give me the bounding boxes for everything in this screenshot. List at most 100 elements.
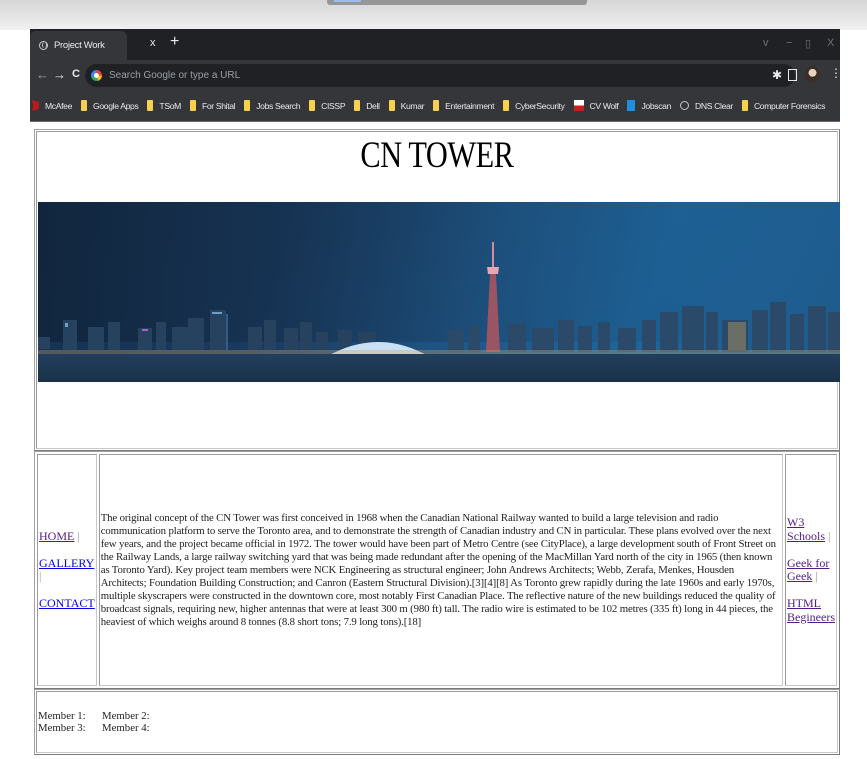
jobscan-icon [627,100,636,111]
bookmark-entertainment[interactable]: Entertainment [433,100,494,111]
bookmark-label: Dell [366,100,380,111]
bookmark-tsom[interactable]: TSoM [147,100,181,111]
folder-icon [503,100,510,111]
header-table: CN TOWER [34,129,840,451]
members-row: Member 3: Member 4: [38,722,166,734]
skyline-illustration [38,202,840,382]
nav-separator: | [77,528,80,543]
mcafee-icon [32,100,39,111]
bookmark-label: Kumar [400,100,425,111]
bookmark-mcafee[interactable]: McAfee [32,100,72,111]
geek-for-geek-link[interactable]: Geek for Geek [787,556,829,584]
bookmark-dns-clear[interactable]: DNS Clear [680,101,733,111]
browser-toolbar: ← → C ✱ ⋮ [30,60,842,90]
folder-icon [147,100,154,111]
address-bar[interactable] [85,64,795,87]
forward-button[interactable]: → [53,67,66,82]
bookmark-label: TSoM [159,100,181,111]
extensions-icon[interactable]: ✱ [772,68,782,82]
sidebar-icon[interactable] [788,69,797,81]
footer-table: Member 1: Member 2: Member 3: Member 4: [34,689,840,755]
nav-contact-link[interactable]: CONTACT [39,596,95,610]
folder-icon [81,100,88,111]
clouds [38,202,840,342]
bookmark-label: Jobs Search [256,100,301,111]
page-title: CN TOWER [360,135,514,176]
menu-icon[interactable]: ⋮ [830,66,842,80]
bookmark-computer-forensics[interactable]: Computer Forensics [741,100,826,111]
nav-gallery-link[interactable]: GALLERY [39,556,94,570]
content-table-wrapper: HOME | GALLERY | CONTACT The original co… [34,451,840,689]
bookmark-cybersecurity[interactable]: CyberSecurity [503,100,565,111]
bookmark-cissp[interactable]: CISSP [309,100,346,111]
tab-strip: Project Work x + v − ▯ X [30,29,840,60]
globe-icon [680,101,690,110]
lit-building [728,322,746,350]
google-icon [91,70,102,81]
cn-tower-banner-image [38,202,840,382]
bookmark-jobs-search[interactable]: Jobs Search [244,100,301,111]
back-button[interactable]: ← [36,67,49,82]
lake-water [38,354,840,382]
new-tab-button[interactable]: + [170,33,179,51]
member-label: Member 2: [102,710,150,722]
footer-cell: Member 1: Member 2: Member 3: Member 4: [36,691,838,753]
tab-search-icon[interactable]: v [763,37,769,49]
bookmark-dell[interactable]: Dell [354,100,380,111]
bookmark-label: CISSP [321,100,346,111]
nav-separator: | [828,528,831,543]
bookmark-label: CyberSecurity [515,100,565,111]
content-row: HOME | GALLERY | CONTACT The original co… [37,454,837,686]
close-tab-icon[interactable]: x [150,37,156,49]
member-label: Member 3: [38,722,86,734]
minimize-button[interactable]: − [786,37,792,49]
reload-button[interactable]: C [72,68,80,80]
bookmark-label: McAfee [45,100,73,111]
bookmark-kumar[interactable]: Kumar [388,100,425,111]
nav-home-link[interactable]: HOME [39,529,74,543]
folder-icon [244,100,251,111]
bookmark-label: CV Wolf [589,100,619,111]
article-paragraph: The original concept of the CN Tower was… [98,454,784,686]
profile-avatar[interactable] [805,66,820,83]
bookmarks-bar: McAfee Google Apps TSoM For Shital Jobs … [30,90,840,121]
globe-icon [39,41,48,50]
content-table: HOME | GALLERY | CONTACT The original co… [35,452,839,688]
members-row: Member 1: Member 2: [38,710,166,722]
right-nav: W3 Schools | Geek for Geek | HTML Begine… [785,454,837,686]
bookmark-label: Google Apps [93,100,139,111]
html-begineers-link[interactable]: HTML Begineers [787,596,835,624]
folder-icon [354,100,361,111]
bookmark-label: DNS Clear [695,100,733,111]
bookmark-label: For Shital [201,100,236,111]
member-label: Member 1: [38,710,86,722]
address-input[interactable] [107,69,711,82]
bookmark-label: Entertainment [445,100,495,111]
bookmark-for-shital[interactable]: For Shital [189,100,236,111]
bookmark-cv-wolf[interactable]: CV Wolf [573,100,619,111]
tab-title: Project Work [54,40,105,51]
folder-icon [309,100,316,111]
header-cell: CN TOWER [36,131,840,449]
bookmark-jobscan[interactable]: Jobscan [627,100,671,111]
nav-separator: | [815,569,818,583]
shoreline-lights [38,350,840,354]
left-nav: HOME | GALLERY | CONTACT [37,454,97,686]
maximize-button[interactable]: ▯ [805,37,811,50]
taskbar-preview [327,0,587,5]
bookmark-label: Computer Forensics [753,100,826,111]
bookmark-label: Jobscan [641,100,672,111]
folder-icon [433,100,440,111]
w3schools-link[interactable]: W3 Schools [787,515,825,543]
browser-window: Project Work x + v − ▯ X ← → C ✱ ⋮ McAfe… [30,29,842,122]
nav-separator: | [39,569,42,583]
folder-icon [388,100,395,111]
cvwolf-icon [573,100,584,111]
folder-icon [741,100,748,111]
member-label: Member 4: [102,722,150,734]
folder-icon [189,100,196,111]
tab-project-work[interactable]: Project Work [30,31,127,60]
close-window-button[interactable]: X [827,37,834,49]
bookmark-google-apps[interactable]: Google Apps [81,100,139,111]
members-list: Member 1: Member 2: Member 3: Member 4: [38,710,166,734]
